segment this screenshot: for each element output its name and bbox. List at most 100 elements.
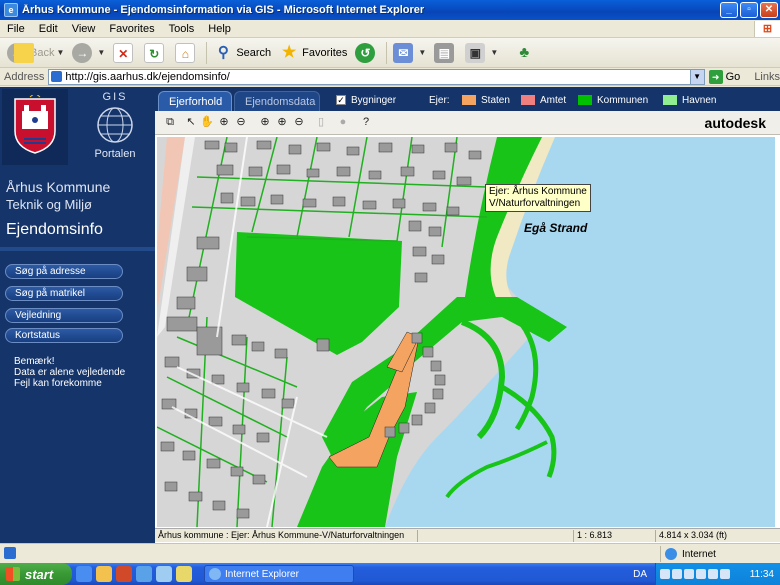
start-button[interactable]: start	[0, 563, 72, 585]
gis-portal-logo[interactable]: GIS Portalen	[80, 91, 150, 165]
clock[interactable]: 11:34	[750, 569, 774, 580]
ie-icon	[209, 568, 221, 580]
back-dropdown-icon[interactable]: ▼	[56, 48, 64, 57]
security-zone: Internet	[660, 546, 716, 562]
quicklaunch-extra-icon[interactable]	[176, 566, 192, 582]
tray-icon[interactable]	[672, 569, 682, 579]
pan-hand-icon[interactable]: ✋	[200, 115, 214, 129]
address-bar: Address http://gis.aarhus.dk/ejendomsinf…	[0, 68, 780, 86]
menu-file[interactable]: File	[0, 23, 32, 35]
window-title: Århus Kommune - Ejendomsinformation via …	[22, 4, 425, 16]
forward-dropdown-icon[interactable]: ▼	[97, 48, 105, 57]
notice-line: Data er alene vejledende	[14, 367, 126, 378]
tray-icon[interactable]	[684, 569, 694, 579]
menu-favorites[interactable]: Favorites	[102, 23, 161, 35]
minimize-button[interactable]: _	[720, 2, 738, 18]
stop-button[interactable]: ✕	[110, 41, 139, 65]
nav-search-parcel[interactable]: Søg på matrikel	[5, 286, 123, 301]
legend-label: Staten	[481, 94, 510, 106]
copy-map-icon[interactable]: ⧉	[163, 115, 177, 129]
status-empty-cell	[417, 530, 573, 542]
coat-of-arms-icon	[14, 95, 56, 154]
home-button[interactable]: ⌂	[172, 41, 201, 65]
page-done-icon	[4, 547, 16, 559]
menu-view[interactable]: View	[65, 23, 103, 35]
address-dropdown-icon[interactable]: ▼	[689, 69, 704, 84]
select-pointer-icon[interactable]: ↖	[184, 115, 198, 129]
search-label: Search	[236, 46, 272, 59]
buildings-toggle[interactable]: ✓ Bygninger	[336, 94, 396, 106]
quicklaunch-desktop-icon[interactable]	[156, 566, 172, 582]
go-button[interactable]: ➜ Go	[708, 69, 740, 84]
ie-icon: e	[4, 3, 18, 17]
owner-tooltip: Ejer: Århus Kommune V/Naturforvaltningen	[485, 184, 591, 212]
printer-icon: ▤	[434, 42, 455, 63]
refresh-button[interactable]: ↻	[141, 41, 170, 65]
mail-icon: ✉	[393, 42, 414, 63]
city-logo	[2, 89, 68, 165]
legend-item-county: Amtet	[521, 94, 566, 106]
address-url[interactable]: http://gis.aarhus.dk/ejendomsinfo/	[65, 71, 689, 83]
language-indicator[interactable]: DA	[633, 569, 647, 580]
globe-icon	[97, 107, 133, 143]
layer-icon[interactable]: ●	[336, 115, 350, 129]
buildings-checkbox[interactable]: ✓	[336, 95, 346, 105]
organization-name: Århus Kommune	[6, 179, 111, 195]
menu-edit[interactable]: Edit	[32, 23, 65, 35]
tab-ownership[interactable]: Ejerforhold	[158, 91, 232, 111]
close-button[interactable]: ✕	[760, 2, 778, 18]
address-input[interactable]: http://gis.aarhus.dk/ejendomsinfo/ ▼	[48, 68, 705, 85]
favorites-button[interactable]: ★ Favorites	[276, 41, 350, 65]
links-button[interactable]: Links	[754, 71, 780, 83]
messenger-button[interactable]: ♣	[511, 41, 540, 65]
zoom-out-icon[interactable]: ⊖	[234, 115, 248, 129]
print-map-icon[interactable]: ▯	[314, 115, 328, 129]
mail-dropdown-icon: ▼	[418, 48, 427, 57]
tab-property-data[interactable]: Ejendomsdata	[234, 91, 320, 111]
discuss-button[interactable]	[14, 41, 509, 65]
zone-label: Internet	[682, 548, 716, 560]
maximize-button[interactable]: ▫	[740, 2, 758, 18]
legend-label: Amtet	[540, 94, 567, 106]
zoom-window-icon[interactable]: ⊕	[275, 115, 289, 129]
mail-button[interactable]: ✉ ▼	[390, 41, 429, 65]
messenger-icon: ♣	[519, 43, 530, 61]
taskbar-ie-window[interactable]: Internet Explorer	[204, 565, 354, 583]
tray-icon[interactable]	[660, 569, 670, 579]
help-icon[interactable]: ?	[359, 115, 373, 129]
legend-swatch	[521, 95, 535, 105]
tooltip-line: Ejer: Århus Kommune	[489, 186, 587, 197]
volume-icon[interactable]	[720, 569, 730, 579]
place-label: Egå Strand	[524, 221, 588, 235]
home-icon: ⌂	[175, 42, 196, 63]
windows-logo-icon: ⊞	[754, 20, 780, 37]
search-button[interactable]: ⚲ Search	[210, 41, 274, 65]
quicklaunch-ie-icon[interactable]	[76, 566, 92, 582]
edit-button[interactable]: ▣ ▼	[462, 41, 501, 65]
menu-help[interactable]: Help	[201, 23, 238, 35]
zoom-in-icon[interactable]: ⊕	[217, 115, 231, 129]
zoom-previous-icon[interactable]: ⊕	[258, 115, 272, 129]
print-button[interactable]: ▤	[431, 41, 460, 65]
quicklaunch-folder-icon[interactable]	[96, 566, 112, 582]
quicklaunch-app-icon[interactable]	[136, 566, 152, 582]
map-scale: 1 : 6.813	[573, 530, 653, 542]
tray-icon[interactable]	[708, 569, 718, 579]
owner-legend-label: Ejer:	[429, 94, 450, 106]
map-view[interactable]: Ejer: Århus Kommune V/Naturforvaltningen…	[157, 137, 775, 527]
tooltip-line: V/Naturforvaltningen	[489, 198, 581, 209]
forward-button[interactable]: → ▼	[69, 41, 108, 65]
zoom-extents-icon[interactable]: ⊖	[292, 115, 306, 129]
tray-icon[interactable]	[696, 569, 706, 579]
history-button[interactable]: ↺	[352, 41, 381, 65]
stop-icon: ✕	[113, 42, 134, 63]
legend-swatch	[663, 95, 677, 105]
menu-tools[interactable]: Tools	[162, 23, 202, 35]
nav-search-address[interactable]: Søg på adresse	[5, 264, 123, 279]
map-owner-status: Århus kommune : Ejer: Århus Kommune-V/Na…	[158, 530, 405, 540]
quicklaunch-media-icon[interactable]	[116, 566, 132, 582]
nav-map-status[interactable]: Kortstatus	[5, 328, 123, 343]
nav-guide[interactable]: Vejledning	[5, 308, 123, 323]
map-toolbar: ⧉ ↖ ✋ ⊕ ⊖ ⊕ ⊕ ⊖ ▯ ● ? autodesk	[155, 111, 780, 135]
map-canvas[interactable]	[157, 137, 775, 527]
